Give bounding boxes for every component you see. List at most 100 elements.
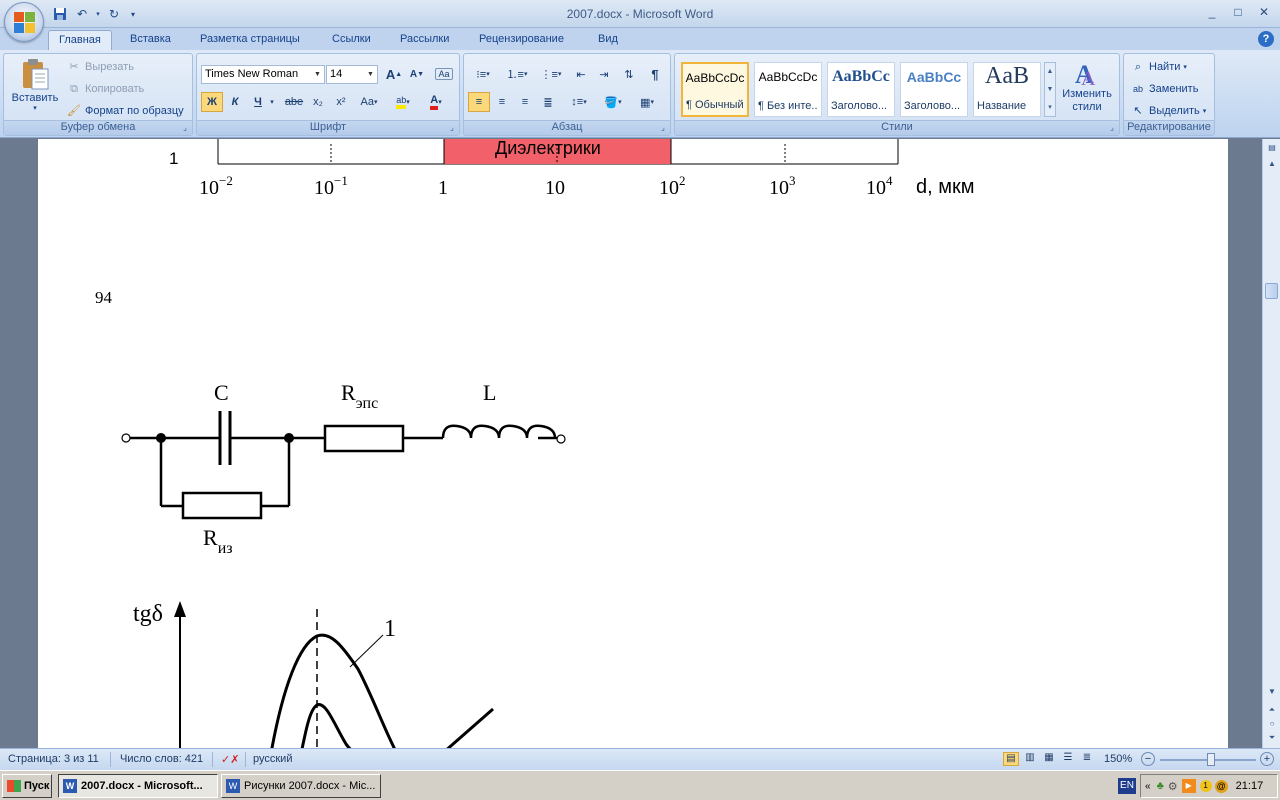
start-button[interactable]: Пуск — [2, 774, 52, 798]
taskbar-item-word-figures[interactable]: W Рисунки 2007.docx - Mic... — [221, 774, 381, 798]
tray-app-icon[interactable]: ♣ — [1157, 780, 1164, 792]
tray-expand-icon[interactable]: « — [1145, 781, 1151, 792]
spelling-check-icon[interactable]: ✓✗ — [221, 753, 239, 766]
shrink-font-button[interactable]: A ▼ — [406, 64, 428, 84]
replace-button[interactable]: ab Заменить — [1130, 81, 1198, 97]
document-page[interactable]: 1 Диэлектрики 10−2 10−1 1 10 102 103 104… — [38, 139, 1228, 748]
clock[interactable]: 21:17 — [1236, 780, 1264, 792]
tab-review[interactable]: Рецензирование — [469, 30, 574, 50]
subscript-button[interactable]: x₂ — [307, 92, 329, 112]
paste-button[interactable]: Вставить ▾ — [8, 58, 62, 120]
underline-dropdown-icon[interactable]: ▾ — [267, 92, 277, 112]
style-title[interactable]: AaB Название — [973, 62, 1041, 117]
minimize-button[interactable]: _ — [1200, 3, 1224, 21]
clipboard-launcher-icon[interactable]: ⌟ — [180, 123, 190, 133]
superscript-button[interactable]: x² — [330, 92, 352, 112]
tab-mailings[interactable]: Рассылки — [390, 30, 459, 50]
font-color-button[interactable]: A ▾ — [421, 92, 451, 112]
style-heading-1[interactable]: AaBbCc Заголово... — [827, 62, 895, 117]
vertical-scrollbar[interactable]: ▤ ▲ ▼ ⏶ ○ ⏷ — [1262, 139, 1280, 748]
align-right-button[interactable]: ≡ — [514, 92, 536, 112]
strikethrough-button[interactable]: abe — [283, 92, 305, 112]
underline-button[interactable]: Ч — [247, 92, 269, 112]
tab-page-layout[interactable]: Разметка страницы — [190, 30, 310, 50]
tab-references[interactable]: Ссылки — [322, 30, 381, 50]
style-heading-2[interactable]: AaBbCc Заголово... — [900, 62, 968, 117]
page-count-status[interactable]: Страница: 3 из 11 — [8, 753, 99, 765]
language-status[interactable]: русский — [253, 753, 292, 765]
justify-button[interactable]: ≣ — [537, 92, 559, 112]
increase-indent-button[interactable]: ⇥ — [593, 64, 615, 84]
zoom-out-icon[interactable]: − — [1141, 752, 1155, 766]
office-button[interactable] — [4, 2, 44, 42]
zoom-level[interactable]: 150% — [1104, 753, 1132, 765]
find-button[interactable]: ⌕ Найти ▾ — [1130, 59, 1187, 75]
borders-button[interactable]: ▦ ▾ — [632, 92, 662, 112]
full-screen-reading-view-icon[interactable]: ▥ — [1022, 752, 1038, 766]
tick-1e2: 102 — [659, 173, 686, 199]
tray-media-player-icon[interactable]: ▶ — [1181, 779, 1196, 793]
word-doc-icon: W — [63, 779, 77, 793]
change-case-button[interactable]: Aa ▾ — [355, 92, 383, 112]
select-button[interactable]: ↖ Выделить ▾ — [1130, 103, 1206, 119]
style-no-spacing[interactable]: AaBbCcDc ¶ Без инте... — [754, 62, 822, 117]
font-launcher-icon[interactable]: ⌟ — [447, 123, 457, 133]
tray-messenger-icon[interactable]: @ — [1214, 779, 1228, 793]
copy-button[interactable]: ⧉ Копировать — [66, 81, 144, 97]
scroll-down-icon[interactable]: ▼ — [1266, 687, 1278, 699]
taskbar-item-word-2007[interactable]: W 2007.docx - Microsoft... — [58, 774, 218, 798]
style-normal[interactable]: AaBbCcDc ¶ Обычный — [681, 62, 749, 117]
align-center-button[interactable]: ≡ — [491, 92, 513, 112]
browse-object-icon[interactable]: ○ — [1266, 719, 1278, 731]
draft-view-icon[interactable]: ≣ — [1079, 752, 1095, 766]
font-name-dropdown-icon[interactable]: ▼ — [312, 67, 323, 82]
previous-page-icon[interactable]: ⏶ — [1266, 705, 1278, 717]
paragraph-launcher-icon[interactable]: ⌟ — [658, 123, 668, 133]
web-layout-view-icon[interactable]: ▦ — [1041, 752, 1057, 766]
tab-view[interactable]: Вид — [588, 30, 628, 50]
clear-formatting-button[interactable]: Aa — [433, 64, 455, 84]
tab-home[interactable]: Главная — [48, 30, 112, 50]
styles-launcher-icon[interactable]: ⌟ — [1107, 123, 1117, 133]
print-layout-view-icon[interactable]: ▤ — [1003, 752, 1019, 766]
cut-button[interactable]: ✂ Вырезать — [66, 59, 134, 75]
decrease-indent-button[interactable]: ⇤ — [570, 64, 592, 84]
change-styles-button[interactable]: AA Изменить стили — [1061, 58, 1113, 120]
font-name-field[interactable]: Times New Roman ▼ — [201, 65, 325, 84]
format-painter-button[interactable]: 🖌 Формат по образцу — [66, 103, 184, 119]
paste-label: Вставить — [11, 92, 59, 104]
sort-button[interactable]: ⇅ — [618, 64, 640, 84]
align-left-button[interactable]: ≡ — [468, 92, 490, 112]
scroll-up-icon[interactable]: ▲ — [1266, 159, 1278, 171]
styles-gallery-scroll[interactable]: ▲ ▼ ▾ — [1044, 62, 1056, 117]
numbering-button[interactable]: ⒈≡ ▾ — [502, 64, 532, 84]
zoom-in-icon[interactable]: + — [1260, 752, 1274, 766]
bold-button[interactable]: Ж — [201, 92, 223, 112]
tab-insert[interactable]: Вставка — [120, 30, 181, 50]
italic-button[interactable]: К — [224, 92, 246, 112]
status-bar: Страница: 3 из 11 Число слов: 421 ✓✗ рус… — [0, 748, 1280, 770]
zoom-slider-handle[interactable] — [1207, 753, 1215, 766]
help-icon[interactable]: ? — [1258, 31, 1274, 47]
multilevel-list-button[interactable]: ⋮≡ ▾ — [536, 64, 566, 84]
ruler-toggle-icon[interactable]: ▤ — [1266, 143, 1278, 155]
font-size-field[interactable]: 14 ▼ — [326, 65, 378, 84]
line-spacing-button[interactable]: ↕≡ ▾ — [564, 92, 594, 112]
next-page-icon[interactable]: ⏷ — [1266, 733, 1278, 745]
tray-network-icon[interactable]: ⚙ — [1168, 780, 1178, 793]
close-button[interactable]: ✕ — [1252, 3, 1276, 21]
scroll-thumb[interactable] — [1265, 283, 1278, 299]
maximize-button[interactable]: □ — [1226, 3, 1250, 21]
word-count-status[interactable]: Число слов: 421 — [120, 753, 203, 765]
grow-font-button[interactable]: A ▲ — [383, 64, 405, 84]
font-size-dropdown-icon[interactable]: ▼ — [365, 67, 376, 82]
show-marks-button[interactable]: ¶ — [644, 64, 666, 84]
tray-antivirus-icon[interactable]: 1 — [1199, 780, 1212, 792]
bullets-button[interactable]: ⁝≡ ▾ — [468, 64, 498, 84]
curve-1-label: 1 — [384, 616, 396, 642]
keyboard-language-indicator[interactable]: EN — [1118, 778, 1136, 794]
highlight-button[interactable]: ab ▾ — [389, 92, 417, 112]
shading-button[interactable]: 🪣 ▾ — [598, 92, 628, 112]
graph-y-axis-label: tgδ — [133, 601, 163, 627]
outline-view-icon[interactable]: ☰ — [1060, 752, 1076, 766]
